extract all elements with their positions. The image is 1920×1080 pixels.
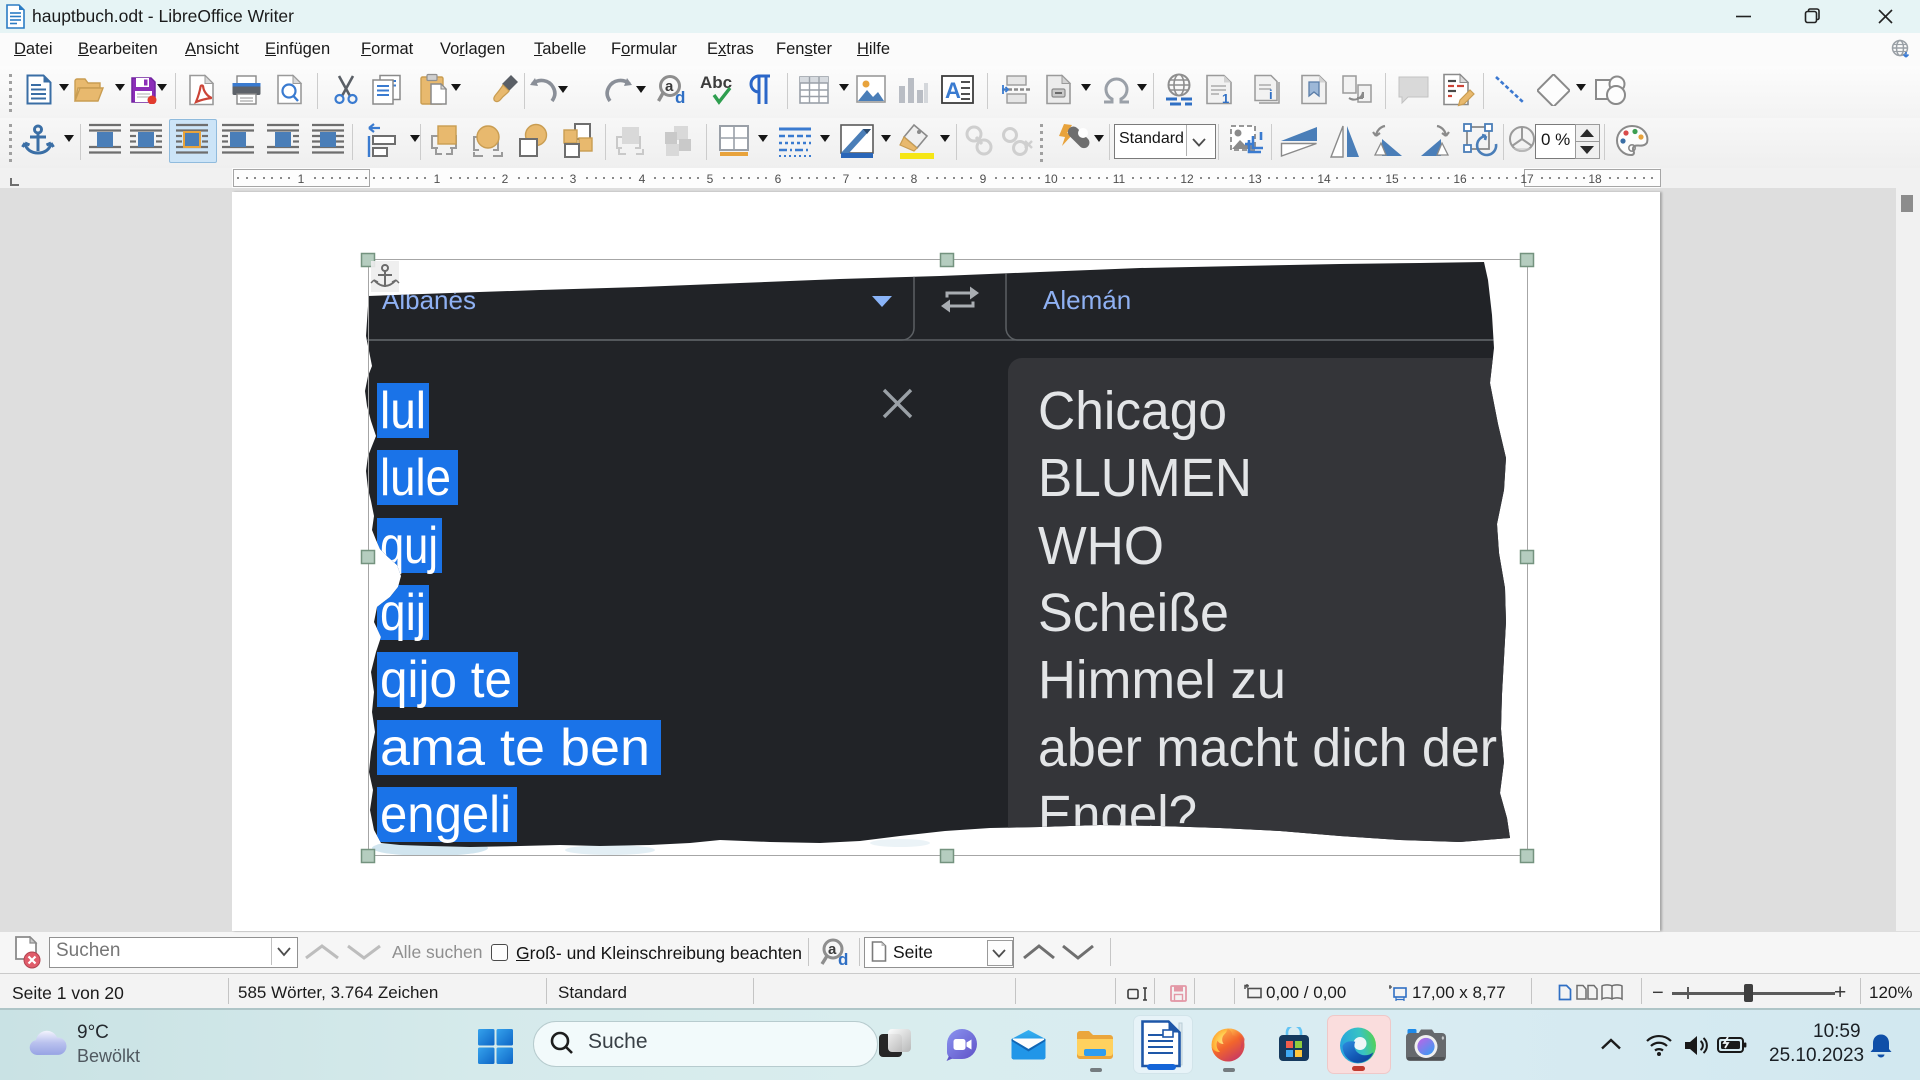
svg-text:ama te ben: ama te ben — [380, 719, 650, 777]
svg-text:1: 1 — [1222, 91, 1229, 105]
svg-text:a: a — [828, 941, 837, 958]
svg-text:lul: lul — [380, 382, 426, 440]
svg-text:d: d — [838, 950, 848, 969]
svg-text:Alemán: Alemán — [1043, 285, 1131, 315]
svg-text:WHO: WHO — [1038, 516, 1164, 576]
svg-text:a: a — [665, 78, 674, 95]
svg-text:Engel?: Engel? — [1038, 785, 1197, 845]
svg-text:A: A — [945, 78, 961, 103]
svg-text:Chicago: Chicago — [1038, 381, 1227, 441]
svg-text:Scheiße: Scheiße — [1038, 583, 1229, 643]
svg-text:quj: quj — [380, 517, 438, 575]
svg-text:qij: qij — [380, 584, 426, 642]
svg-text:BLUMEN: BLUMEN — [1038, 448, 1252, 508]
svg-text:engeli: engeli — [380, 786, 511, 844]
svg-text:qijo te: qijo te — [380, 651, 512, 709]
svg-text:d: d — [675, 88, 685, 106]
svg-text:Himmel zu: Himmel zu — [1038, 650, 1286, 710]
svg-text:lule: lule — [380, 449, 451, 507]
svg-text:i: i — [1269, 87, 1273, 102]
svg-text:aber macht dich der: aber macht dich der — [1038, 718, 1497, 778]
